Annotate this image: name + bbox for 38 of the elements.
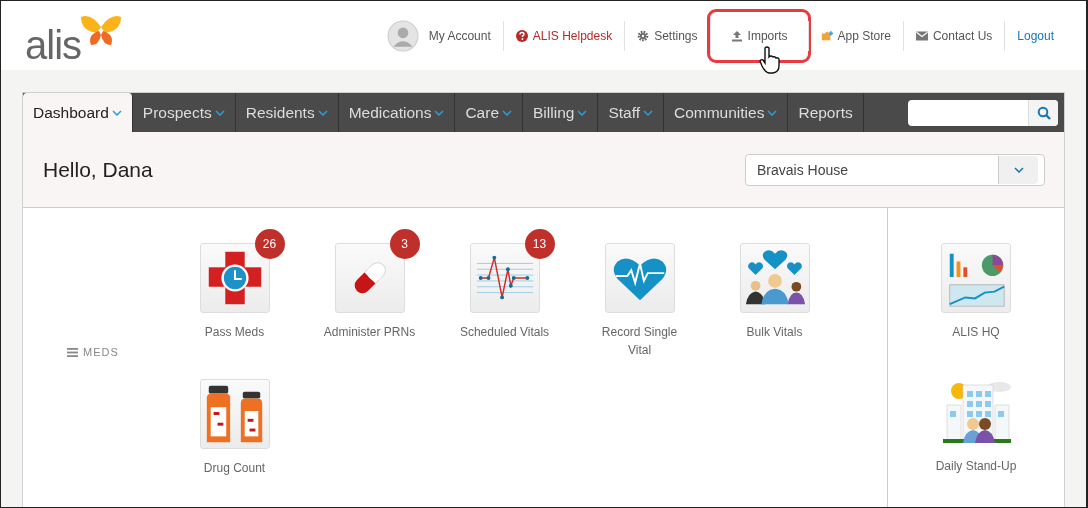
- header-link[interactable]: Imports: [709, 11, 808, 60]
- nav-tab[interactable]: Dashboard: [23, 93, 133, 132]
- envelope-icon: [915, 29, 928, 42]
- header-link[interactable]: Settings: [624, 20, 710, 51]
- header-link[interactable]: ALIS Helpdesk: [502, 20, 625, 51]
- tile-icon[interactable]: [739, 243, 810, 313]
- logo-text: alis: [25, 24, 82, 65]
- menu-icon: [67, 347, 78, 357]
- search-field[interactable]: [908, 99, 1058, 126]
- tile-label[interactable]: Record Single Vital: [589, 323, 690, 359]
- count-badge: 3: [389, 229, 420, 259]
- tile-label[interactable]: Daily Stand-Up: [926, 457, 1026, 475]
- tile-label[interactable]: Drug Count: [184, 459, 285, 477]
- puzzle-icon: [820, 29, 833, 42]
- tile-icon[interactable]: [604, 243, 675, 313]
- count-badge: 13: [524, 229, 555, 259]
- header-link[interactable]: My Account: [374, 20, 503, 51]
- greeting: Hello, Dana: [43, 157, 153, 182]
- search-button[interactable]: [1028, 99, 1058, 126]
- upload-icon: [730, 29, 743, 42]
- dashboard-drawing[interactable]: [941, 243, 1011, 313]
- search-icon: [1036, 105, 1051, 120]
- header-link[interactable]: App Store: [807, 20, 903, 51]
- tile-label[interactable]: Administer PRNs: [319, 323, 420, 341]
- tile-icon[interactable]: [199, 379, 270, 449]
- count-badge: 26: [254, 229, 285, 259]
- header-link[interactable]: Contact Us: [902, 20, 1005, 51]
- caret-icon: [1013, 166, 1024, 173]
- community-select[interactable]: Bravais House: [745, 153, 1045, 186]
- tile-label[interactable]: Bulk Vitals: [724, 323, 825, 341]
- tile-label[interactable]: Scheduled Vitals: [454, 323, 555, 341]
- question-icon: [515, 29, 528, 42]
- section-label: MEDS: [67, 346, 119, 358]
- header-link[interactable]: Logout: [1004, 20, 1066, 51]
- avatar-icon: [386, 19, 419, 52]
- tile-label[interactable]: Pass Meds: [184, 323, 285, 341]
- gear-icon: [637, 29, 650, 42]
- tile-label[interactable]: ALIS HQ: [926, 323, 1026, 341]
